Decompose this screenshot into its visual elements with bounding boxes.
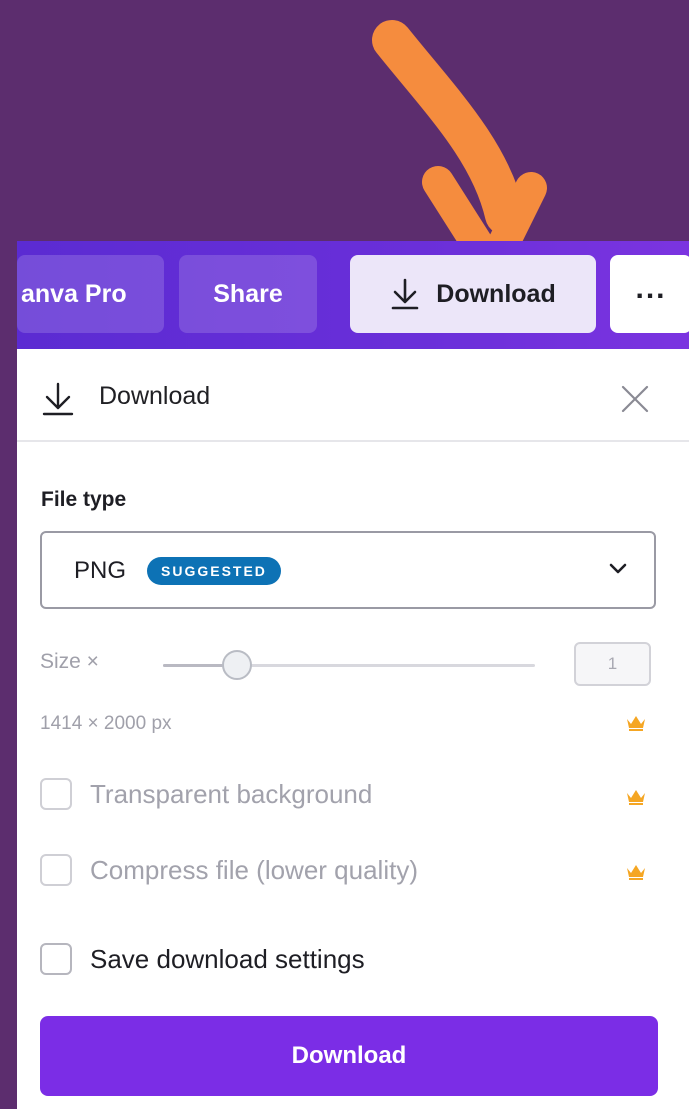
toolbar-download-label: Download [436, 279, 556, 308]
crown-icon [627, 716, 645, 731]
arrow-pointer-icon [372, 20, 547, 280]
download-button[interactable]: Download [40, 1016, 658, 1096]
file-type-label: File type [41, 488, 127, 511]
panel-title: Download [99, 382, 211, 410]
share-label: Share [213, 279, 283, 308]
download-panel: Download File type PNG SUGGESTED Size × … [17, 349, 689, 1109]
download-icon [42, 382, 74, 416]
file-type-select[interactable]: PNG SUGGESTED [40, 531, 656, 609]
more-options-button[interactable]: ... [610, 255, 689, 333]
suggested-badge: SUGGESTED [147, 557, 281, 585]
canva-pro-label: anva Pro [21, 279, 127, 308]
save-settings-checkbox[interactable] [40, 943, 72, 975]
size-slider-handle[interactable] [222, 650, 253, 680]
file-type-value: PNG [74, 557, 127, 584]
editor-toolbar: anva Pro Share Download ... [17, 241, 689, 349]
transparent-background-checkbox[interactable] [40, 778, 72, 810]
compress-file-label: Compress file (lower quality) [90, 855, 418, 885]
crown-icon [627, 790, 645, 805]
size-label: Size × [40, 650, 99, 673]
chevron-down-icon [609, 563, 627, 574]
size-input[interactable]: 1 [574, 642, 651, 686]
size-slider-track[interactable] [163, 664, 535, 667]
toolbar-download-button[interactable]: Download [350, 255, 596, 333]
transparent-background-label: Transparent background [90, 779, 373, 809]
share-button[interactable]: Share [179, 255, 317, 333]
save-settings-label: Save download settings [90, 944, 365, 974]
dimensions-text: 1414 × 2000 px [40, 713, 172, 734]
compress-file-checkbox[interactable] [40, 854, 72, 886]
close-icon[interactable] [619, 383, 651, 415]
canva-pro-button[interactable]: anva Pro [17, 255, 164, 333]
download-icon [391, 278, 419, 310]
crown-icon [627, 865, 645, 880]
more-icon: ... [635, 272, 667, 305]
panel-header: Download [17, 349, 689, 442]
